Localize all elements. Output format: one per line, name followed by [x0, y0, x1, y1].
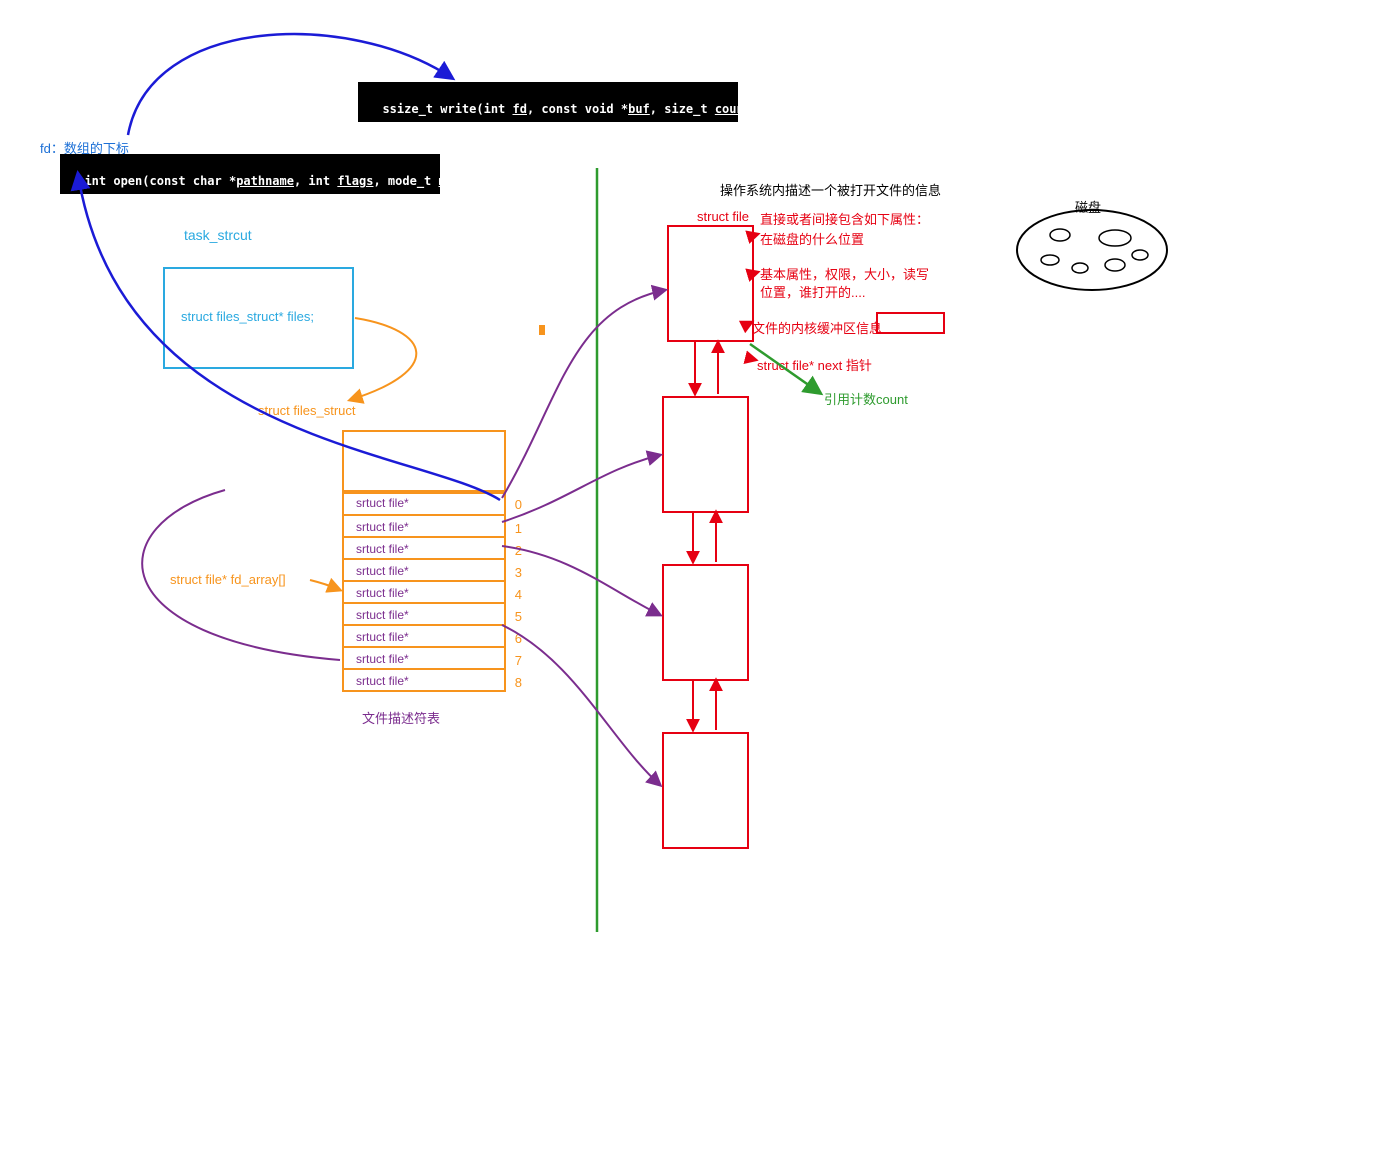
fd-row-index: 6 — [515, 628, 522, 650]
task-struct-box: struct files_struct* files; — [163, 267, 354, 369]
attr-next-ptr: struct file* next 指针 — [757, 355, 872, 374]
attr-disk-pos: 在磁盘的什么位置 — [760, 229, 864, 248]
fd-row: srtuct file*0 — [344, 492, 504, 514]
attr-basic: 基本属性，权限，大小，读写位置，谁打开的.... — [760, 266, 930, 302]
fd-array-label: struct file* fd_array[] — [170, 572, 286, 587]
disk-label: 磁盘 — [1075, 197, 1101, 216]
struct-file-box-2 — [662, 396, 749, 513]
fd-row-label: srtuct file* — [356, 496, 409, 510]
fd-row-label: srtuct file* — [356, 520, 409, 534]
fd-row-label: srtuct file* — [356, 652, 409, 666]
fd-array-table: srtuct file*0 srtuct file*1 srtuct file*… — [342, 490, 506, 692]
task-struct-label: task_strcut — [184, 227, 252, 243]
small-marker — [539, 325, 545, 335]
fd-row: srtuct file*8 — [344, 668, 504, 690]
attrs-header: 直接或者间接包含如下属性： — [760, 209, 929, 228]
struct-file-box-3 — [662, 564, 749, 681]
struct-file-box-4 — [662, 732, 749, 849]
fd-row-label: srtuct file* — [356, 630, 409, 644]
struct-file-box-1 — [667, 225, 754, 342]
fd-row-index: 5 — [515, 606, 522, 628]
ref-count-label: 引用计数count — [824, 389, 908, 408]
fd-table-caption: 文件描述符表 — [362, 708, 440, 727]
os-describe-heading: 操作系统内描述一个被打开文件的信息 — [720, 180, 941, 199]
fd-row-index: 3 — [515, 562, 522, 584]
code-open: int open(const char *pathname, int flags… — [60, 154, 440, 194]
fd-row: srtuct file*1 — [344, 514, 504, 536]
files-struct-label: struct files_struct — [258, 403, 356, 418]
fd-row-index: 8 — [515, 672, 522, 694]
fd-row-index: 2 — [515, 540, 522, 562]
code-write: ssize_t write(int fd, const void *buf, s… — [358, 82, 738, 122]
fd-row: srtuct file*6 — [344, 624, 504, 646]
files-struct-box — [342, 430, 506, 494]
fd-row: srtuct file*5 — [344, 602, 504, 624]
fd-row-label: srtuct file* — [356, 674, 409, 688]
fd-row: srtuct file*2 — [344, 536, 504, 558]
attr-kernel-buf-box — [876, 312, 945, 334]
attr-kernel-buf: 文件的内核缓冲区信息 — [752, 318, 882, 337]
fd-row: srtuct file*4 — [344, 580, 504, 602]
fd-row-label: srtuct file* — [356, 542, 409, 556]
fd-row: srtuct file*3 — [344, 558, 504, 580]
struct-file-label: struct file — [697, 209, 749, 224]
fd-row-label: srtuct file* — [356, 564, 409, 578]
fd-row-label: srtuct file* — [356, 608, 409, 622]
fd-row-index: 7 — [515, 650, 522, 672]
fd-row-index: 0 — [515, 494, 522, 516]
fd-row: srtuct file*7 — [344, 646, 504, 668]
fd-row-index: 1 — [515, 518, 522, 540]
files-field: struct files_struct* files; — [181, 309, 368, 324]
fd-row-index: 4 — [515, 584, 522, 606]
fd-row-label: srtuct file* — [356, 586, 409, 600]
